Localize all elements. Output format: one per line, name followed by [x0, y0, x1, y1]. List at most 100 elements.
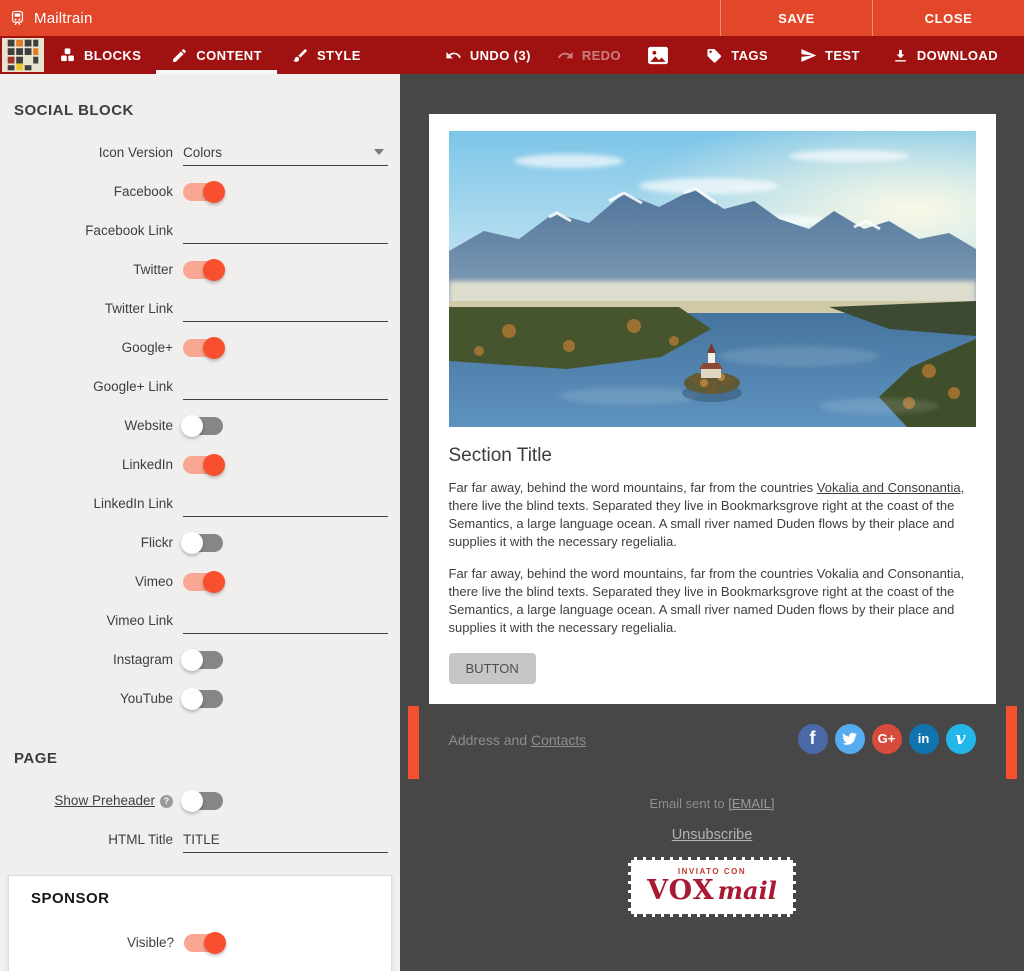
vimeo-toggle[interactable]: [183, 573, 223, 591]
google-link-input[interactable]: [183, 373, 388, 400]
tab-style[interactable]: STYLE: [277, 36, 376, 74]
email-social-footer-block[interactable]: Address and Contacts f G+ in v: [429, 706, 996, 780]
social-icons-row: f G+ in v: [798, 724, 976, 754]
sponsor-visible-toggle[interactable]: [184, 934, 224, 952]
redo-label: REDO: [582, 48, 621, 63]
social-block-form: Icon Version Colors Facebook Facebook Link T…: [0, 133, 400, 718]
facebook-row: Facebook: [0, 172, 400, 211]
email-cta-button[interactable]: BUTTON: [449, 653, 536, 684]
vimeo-link-input[interactable]: [183, 607, 388, 634]
redo-button[interactable]: REDO: [544, 36, 634, 74]
brush-icon: [292, 47, 309, 64]
email-token-link[interactable]: [EMAIL]: [728, 796, 774, 811]
voxmail-stamp-wrap: INVIATO CON VOXmail: [400, 857, 1024, 918]
block-selection-bar-right: [1006, 706, 1017, 779]
undo-button[interactable]: UNDO (3): [432, 36, 544, 74]
show-preheader-label: Show Preheader?: [0, 793, 173, 808]
youtube-toggle[interactable]: [183, 690, 223, 708]
google-plus-icon[interactable]: G+: [872, 724, 902, 754]
block-selection-bar-left: [408, 706, 419, 779]
twitter-row: Twitter: [0, 250, 400, 289]
icon-version-label: Icon Version: [0, 145, 173, 160]
vimeo-label: Vimeo: [0, 574, 173, 589]
linkedin-row: LinkedIn: [0, 445, 400, 484]
twitter-toggle[interactable]: [183, 261, 223, 279]
instagram-toggle[interactable]: [183, 651, 223, 669]
save-button[interactable]: SAVE: [720, 0, 872, 36]
website-row: Website: [0, 406, 400, 445]
toggle-knob: [204, 932, 226, 954]
icon-version-select[interactable]: Colors: [183, 139, 388, 166]
linkedin-link-row: LinkedIn Link: [0, 484, 400, 523]
vimeo-link-label: Vimeo Link: [0, 613, 173, 628]
linkedin-link-input[interactable]: [183, 490, 388, 517]
google-row: Google+: [0, 328, 400, 367]
sponsor-visible-row: Visible?: [23, 923, 379, 962]
show-preheader-toggle[interactable]: [183, 792, 223, 810]
tab-content[interactable]: CONTENT: [156, 36, 277, 74]
email-sent-line: Email sent to [EMAIL]: [400, 796, 1024, 811]
html-title-label: HTML Title: [0, 832, 173, 847]
html-title-input[interactable]: [183, 826, 388, 853]
show-preheader-row: Show Preheader?: [0, 781, 400, 820]
properties-sidebar: SOCIAL BLOCK Icon VersionColorsFacebookF…: [0, 74, 400, 971]
page-heading: PAGE: [0, 742, 400, 781]
tab-blocks[interactable]: BLOCKS: [44, 36, 156, 74]
contacts-link[interactable]: Contacts: [531, 732, 586, 748]
google-link-row: Google+ Link: [0, 367, 400, 406]
facebook-link-row: Facebook Link: [0, 211, 400, 250]
website-label: Website: [0, 418, 173, 433]
linkedin-icon[interactable]: in: [909, 724, 939, 754]
test-button[interactable]: TEST: [784, 36, 876, 74]
youtube-row: YouTube: [0, 679, 400, 718]
download-button[interactable]: DOWNLOAD: [876, 36, 1014, 74]
paragraph-text: there live the blind texts. Separated th…: [449, 498, 955, 549]
toggle-knob: [181, 415, 203, 437]
tags-button[interactable]: TAGS: [690, 36, 784, 74]
google-label: Google+: [0, 340, 173, 355]
facebook-toggle[interactable]: [183, 183, 223, 201]
flickr-label: Flickr: [0, 535, 173, 550]
toggle-knob: [181, 532, 203, 554]
vokalia-link[interactable]: Vokalia and Consonantia,: [817, 480, 964, 495]
tab-style-label: STYLE: [317, 48, 361, 63]
website-toggle[interactable]: [183, 417, 223, 435]
download-label: DOWNLOAD: [917, 48, 998, 63]
unsubscribe-line: Unsubscribe: [400, 826, 1024, 844]
toggle-knob: [181, 790, 203, 812]
instagram-row: Instagram: [0, 640, 400, 679]
email-paragraph-1[interactable]: Far far away, behind the word mountains,…: [449, 479, 976, 551]
sponsor-heading: SPONSOR: [23, 890, 379, 923]
youtube-label: YouTube: [0, 691, 173, 706]
facebook-icon[interactable]: f: [798, 724, 828, 754]
vimeo-icon[interactable]: v: [946, 724, 976, 754]
twitter-link-input[interactable]: [183, 295, 388, 322]
google-toggle[interactable]: [183, 339, 223, 357]
twitter-bird-icon: [841, 730, 858, 747]
flickr-toggle[interactable]: [183, 534, 223, 552]
close-button[interactable]: CLOSE: [872, 0, 1024, 36]
email-section-title[interactable]: Section Title: [449, 445, 976, 467]
twitter-label: Twitter: [0, 262, 173, 277]
toggle-knob: [203, 571, 225, 593]
facebook-link-input[interactable]: [183, 217, 388, 244]
instagram-label: Instagram: [0, 652, 173, 667]
train-icon: [9, 10, 26, 27]
email-hero-image[interactable]: [449, 131, 976, 427]
app-title: Mailtrain: [34, 10, 92, 27]
help-icon[interactable]: ?: [160, 795, 173, 808]
mosaic-logo-icon: [6, 38, 40, 72]
tab-content-label: CONTENT: [196, 48, 262, 63]
linkedin-toggle[interactable]: [183, 456, 223, 474]
email-content-block[interactable]: Section Title Far far away, behind the w…: [429, 114, 996, 704]
email-preview-pane: Section Title Far far away, behind the w…: [400, 74, 1024, 971]
gallery-button[interactable]: [634, 36, 682, 74]
unsubscribe-link[interactable]: Unsubscribe: [672, 827, 753, 843]
tab-blocks-label: BLOCKS: [84, 48, 141, 63]
linkedin-link-label: LinkedIn Link: [0, 496, 173, 511]
voxmail-stamp[interactable]: INVIATO CON VOXmail: [628, 857, 796, 918]
twitter-icon[interactable]: [835, 724, 865, 754]
redo-icon: [557, 47, 574, 64]
facebook-link-label: Facebook Link: [0, 223, 173, 238]
email-paragraph-2[interactable]: Far far away, behind the word mountains,…: [449, 565, 976, 637]
